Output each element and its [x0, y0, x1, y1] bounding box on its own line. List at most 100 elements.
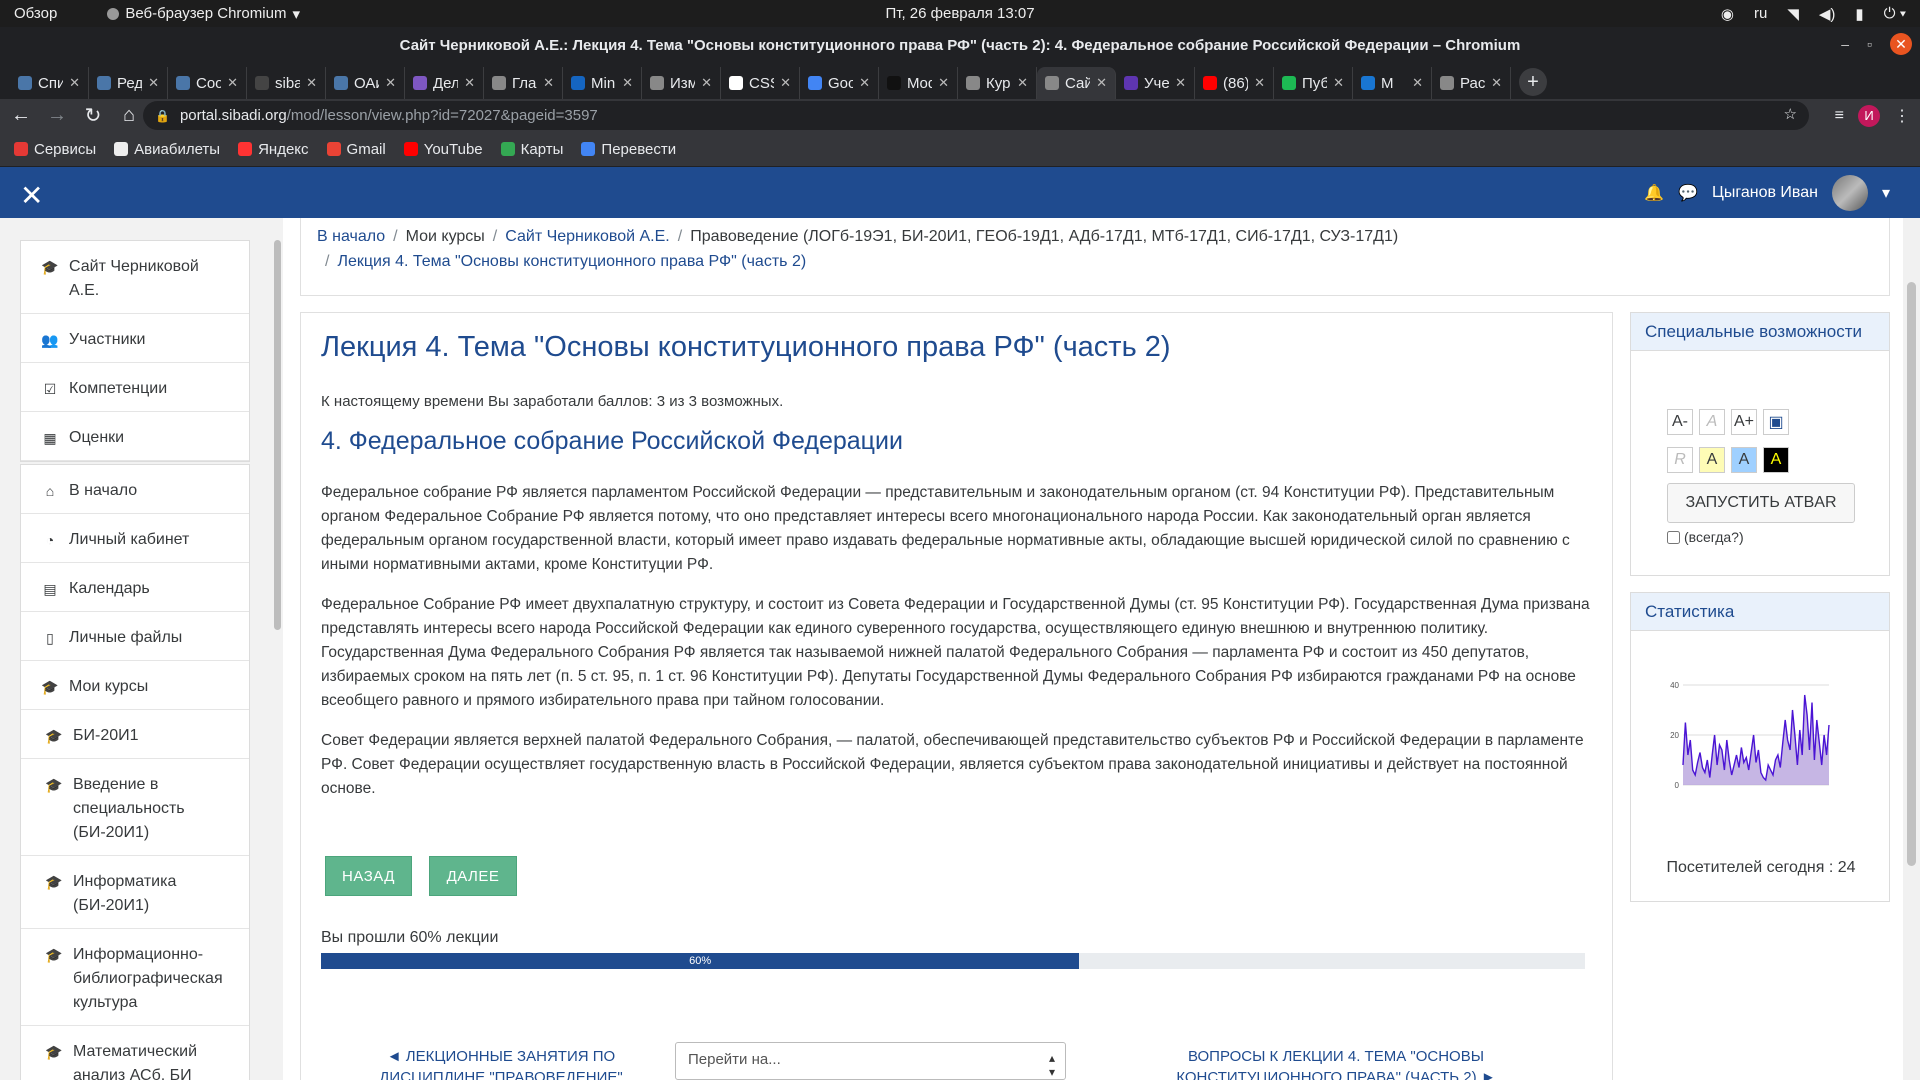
tab-close-icon[interactable]: ✕: [1017, 75, 1028, 91]
browser-tab[interactable]: М ✕: [1353, 67, 1432, 99]
font-decrease-button[interactable]: A-: [1667, 409, 1693, 435]
address-bar[interactable]: 🔒 portal.sibadi.org/mod/lesson/view.php?…: [143, 101, 1809, 130]
color-yellow-button[interactable]: A: [1699, 447, 1725, 473]
user-avatar[interactable]: [1831, 174, 1868, 211]
browser-tab[interactable]: Mod ✕: [879, 67, 958, 99]
sidebar-item[interactable]: 🎓 Информатика (БИ-20И1): [21, 856, 249, 929]
browser-tab[interactable]: Goog ✕: [800, 67, 879, 99]
tab-close-icon[interactable]: ✕: [385, 75, 396, 91]
activities-button[interactable]: Обзор: [14, 5, 57, 22]
sidebar-item[interactable]: 👥 Участники: [21, 314, 249, 363]
sidebar-item[interactable]: ⌂ В начало: [21, 465, 249, 514]
system-tray[interactable]: ◉ ru ◥ ◀) ▮ ⏻ ▾: [1721, 0, 1906, 27]
image-toggle-icon[interactable]: ▣: [1763, 409, 1789, 435]
user-name[interactable]: Цыганов Иван: [1712, 184, 1818, 202]
sidebar-item[interactable]: ▯ Личные файлы: [21, 612, 249, 661]
browser-tab[interactable]: CSS: ✕: [721, 67, 800, 99]
bookmark-item[interactable]: YouTube: [403, 141, 483, 158]
tab-close-icon[interactable]: ✕: [1096, 75, 1107, 91]
menu-dots-icon[interactable]: ⋮: [1894, 106, 1910, 126]
sidebar-item[interactable]: ◔ Личный кабинет: [21, 514, 249, 563]
browser-tab[interactable]: Публ ✕: [1274, 67, 1353, 99]
tab-close-icon[interactable]: ✕: [1175, 75, 1186, 91]
back-button[interactable]: НАЗАД: [325, 856, 412, 896]
bookmark-item[interactable]: Сервисы: [14, 141, 96, 158]
sidebar-item[interactable]: 🎓 Сайт Черниковой А.Е.: [21, 241, 249, 314]
color-black-button[interactable]: A: [1763, 447, 1789, 473]
sidebar-item[interactable]: 🎓 Математический анализ АСб, БИ: [21, 1026, 249, 1080]
chat-icon[interactable]: 💬: [1678, 183, 1698, 203]
bookmark-item[interactable]: Карты: [500, 141, 563, 158]
tab-close-icon[interactable]: ✕: [1412, 75, 1423, 91]
new-tab-button[interactable]: +: [1519, 68, 1547, 96]
browser-tab[interactable]: Спис ✕: [10, 67, 89, 99]
browser-tab[interactable]: Изме ✕: [642, 67, 721, 99]
bookmark-item[interactable]: Авиабилеты: [114, 141, 220, 158]
sidebar-item[interactable]: 🎓 БИ-20И1: [21, 710, 249, 759]
tab-close-icon[interactable]: ✕: [701, 75, 712, 91]
next-activity-link[interactable]: ВОПРОСЫ К ЛЕКЦИИ 4. ТЕМА "ОСНОВЫ КОНСТИТ…: [1171, 1046, 1501, 1080]
prev-activity-link[interactable]: ◄ ЛЕКЦИОННЫЕ ЗАНЯТИЯ ПО ДИСЦИПЛИНЕ "ПРАВ…: [341, 1046, 661, 1080]
close-drawer-icon[interactable]: ✕: [20, 179, 43, 212]
tab-close-icon[interactable]: ✕: [859, 75, 870, 91]
color-blue-button[interactable]: A: [1731, 447, 1757, 473]
browser-tab[interactable]: sibad ✕: [247, 67, 326, 99]
browser-tab[interactable]: Расп ✕: [1432, 67, 1511, 99]
forward-arrow-icon[interactable]: →: [42, 104, 72, 127]
browser-tab[interactable]: Реда ✕: [89, 67, 168, 99]
language-indicator[interactable]: ru: [1754, 5, 1767, 22]
browser-tab[interactable]: Учеб ✕: [1116, 67, 1195, 99]
sidebar-item[interactable]: ☑ Компетенции: [21, 363, 249, 412]
browser-tab[interactable]: Сооб ✕: [168, 67, 247, 99]
browser-tab[interactable]: Дела ✕: [405, 67, 484, 99]
color-reset-button[interactable]: R: [1667, 447, 1693, 473]
maximize-icon[interactable]: ▫: [1867, 36, 1872, 52]
home-button-icon[interactable]: ⌂: [114, 104, 144, 127]
launch-atbar-button[interactable]: ЗАПУСТИТЬ ATBAR: [1667, 483, 1855, 523]
browser-tab[interactable]: ОАи ✕: [326, 67, 405, 99]
media-control-icon[interactable]: ≡: [1835, 107, 1844, 125]
profile-avatar[interactable]: И: [1858, 104, 1880, 127]
tab-close-icon[interactable]: ✕: [148, 75, 159, 91]
tab-close-icon[interactable]: ✕: [227, 75, 238, 91]
app-menu[interactable]: Веб-браузер Chromium ▾: [107, 5, 300, 23]
close-window-icon[interactable]: ✕: [1890, 33, 1912, 55]
bell-icon[interactable]: 🔔: [1644, 183, 1664, 203]
next-button[interactable]: ДАЛЕЕ: [429, 856, 517, 896]
tab-close-icon[interactable]: ✕: [1491, 75, 1502, 91]
browser-tab[interactable]: (86) ✕: [1195, 67, 1274, 99]
tab-close-icon[interactable]: ✕: [1333, 75, 1344, 91]
font-reset-button[interactable]: A: [1699, 409, 1725, 435]
tab-close-icon[interactable]: ✕: [1254, 75, 1265, 91]
tab-close-icon[interactable]: ✕: [938, 75, 949, 91]
bookmark-item[interactable]: Перевести: [581, 141, 676, 158]
tab-close-icon[interactable]: ✕: [780, 75, 791, 91]
sidebar-scrollbar[interactable]: [271, 218, 283, 1080]
back-arrow-icon[interactable]: ←: [6, 104, 36, 127]
chevron-down-icon[interactable]: ▾: [1882, 183, 1890, 203]
bookmark-star-icon[interactable]: ☆: [1784, 105, 1797, 123]
always-checkbox[interactable]: [1667, 530, 1680, 544]
browser-tab[interactable]: Глав ✕: [484, 67, 563, 99]
browser-tab[interactable]: Сайт ✕: [1037, 67, 1116, 99]
page-scroll-thumb[interactable]: [1907, 282, 1916, 866]
browser-tab[interactable]: Minu ✕: [563, 67, 642, 99]
sidebar-item[interactable]: 🎓 Введение в специальность (БИ-20И1): [21, 759, 249, 856]
tab-close-icon[interactable]: ✕: [622, 75, 633, 91]
browser-tab[interactable]: Курс ✕: [958, 67, 1037, 99]
sidebar-item[interactable]: ▤ Календарь: [21, 563, 249, 612]
bookmark-item[interactable]: Яндекс: [238, 141, 309, 158]
bookmark-item[interactable]: Gmail: [326, 141, 386, 158]
sidebar-item[interactable]: ▦ Оценки: [21, 412, 249, 461]
breadcrumb-site[interactable]: Сайт Черниковой А.Е.: [505, 228, 670, 245]
page-scrollbar[interactable]: [1903, 218, 1920, 1080]
power-menu-icon[interactable]: ⏻ ▾: [1884, 5, 1906, 22]
sidebar-scroll-thumb[interactable]: [274, 240, 281, 630]
tab-close-icon[interactable]: ✕: [464, 75, 475, 91]
breadcrumb-lesson[interactable]: Лекция 4. Тема "Основы конституционного …: [337, 253, 806, 270]
font-increase-button[interactable]: A+: [1731, 409, 1757, 435]
tab-close-icon[interactable]: ✕: [69, 75, 80, 91]
minimize-icon[interactable]: –: [1841, 36, 1849, 52]
reload-icon[interactable]: ↻: [78, 103, 108, 128]
tab-close-icon[interactable]: ✕: [543, 75, 554, 91]
